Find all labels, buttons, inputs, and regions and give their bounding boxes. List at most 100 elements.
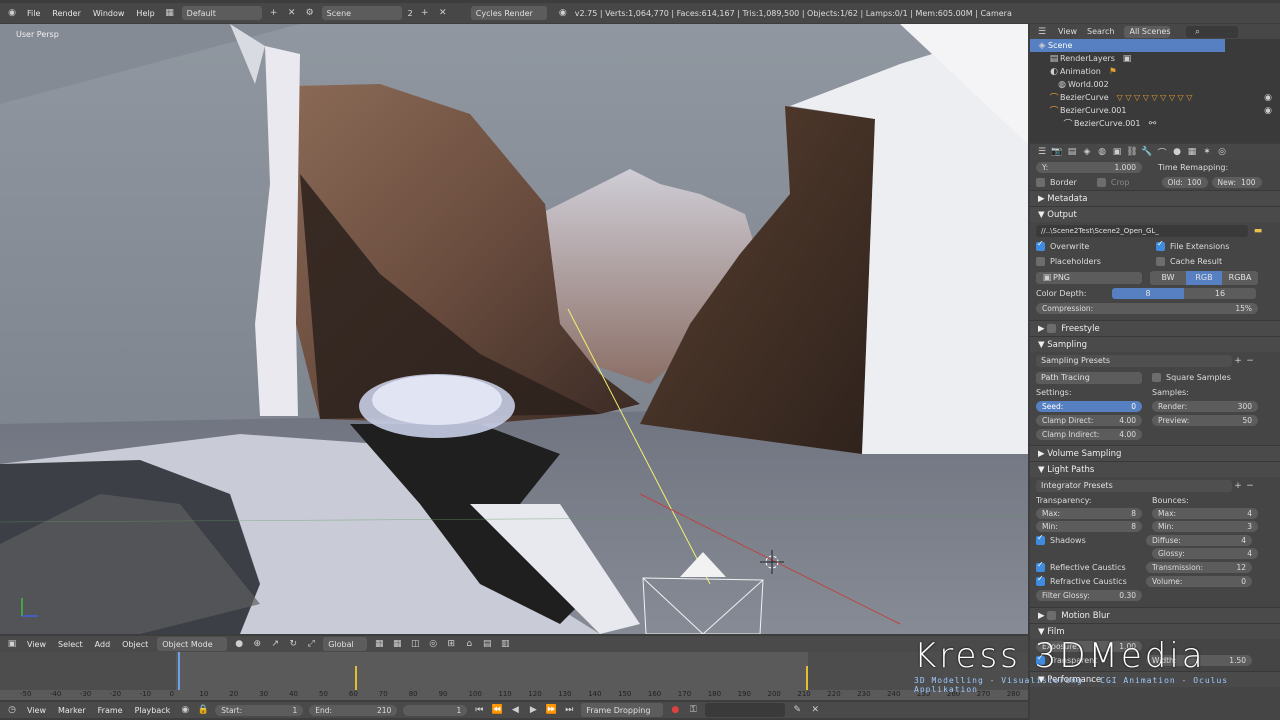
properties-editor-icon[interactable]: ☰: [1036, 146, 1048, 158]
output-panel-header[interactable]: ▼ Output: [1030, 206, 1280, 222]
preview-range-icon[interactable]: ◉: [179, 704, 191, 716]
sampling-presets-selector[interactable]: Sampling Presets: [1036, 354, 1232, 367]
menu-marker[interactable]: Marker: [55, 706, 89, 715]
pivot-icon[interactable]: ⊕: [251, 638, 263, 650]
overwrite-checkbox[interactable]: [1036, 239, 1045, 251]
opengl-render-icon[interactable]: ▤: [481, 638, 493, 650]
menu-playback[interactable]: Playback: [132, 706, 174, 715]
reflective-caustics-checkbox[interactable]: [1036, 560, 1045, 572]
mode-selector[interactable]: Object Mode: [157, 637, 228, 651]
menu-view[interactable]: View: [24, 706, 49, 715]
square-samples-checkbox[interactable]: [1152, 373, 1161, 382]
color-rgba-button[interactable]: RGBA: [1222, 270, 1258, 285]
outliner-view-menu[interactable]: View: [1058, 27, 1077, 36]
cache-result-checkbox[interactable]: [1156, 257, 1165, 266]
add-layout-icon[interactable]: +: [268, 7, 280, 19]
depth-8-button[interactable]: 8: [1112, 288, 1184, 299]
filter-width-field[interactable]: Width: 1.50: [1146, 654, 1252, 666]
menu-add[interactable]: Add: [92, 640, 114, 649]
world-tab-icon[interactable]: ◍: [1096, 146, 1108, 158]
volume-sampling-panel-header[interactable]: ▶ Volume Sampling: [1030, 445, 1280, 461]
outliner-editor-icon[interactable]: ☰: [1036, 26, 1048, 38]
border-checkbox[interactable]: [1036, 178, 1045, 187]
menu-window[interactable]: Window: [90, 9, 128, 18]
layout-selector[interactable]: Default: [181, 6, 262, 20]
outliner-item-beziercurve-001-data[interactable]: ⌒ BezierCurve.001 ⚯: [1030, 117, 1280, 131]
bounces-min-field[interactable]: Min: 3: [1152, 521, 1258, 532]
metadata-panel-header[interactable]: ▶ Metadata: [1030, 190, 1280, 206]
snap-target-icon[interactable]: ⌂: [463, 638, 475, 650]
file-extensions-checkbox[interactable]: [1156, 239, 1165, 251]
layers-icon[interactable]: ▦: [373, 638, 385, 650]
scene-selector[interactable]: Scene: [321, 6, 402, 20]
blender-logo-icon[interactable]: ◉: [6, 7, 18, 19]
visibility-eye-icon[interactable]: ◉: [1262, 105, 1274, 117]
jump-start-icon[interactable]: ⏮: [473, 704, 485, 716]
output-path-input[interactable]: //..\Scene2Test\Scene2_Open_GL_: [1036, 224, 1248, 237]
menu-select[interactable]: Select: [55, 640, 86, 649]
remove-preset-icon[interactable]: −: [1244, 355, 1256, 367]
keyframe-marker[interactable]: [355, 666, 357, 690]
outliner-item-beziercurve[interactable]: ⌒ BezierCurve ▽ ▽ ▽ ▽ ▽ ▽ ▽ ▽ ▽ ◉: [1030, 91, 1280, 105]
current-frame-field[interactable]: 1: [403, 704, 468, 716]
constraints-tab-icon[interactable]: ⛓: [1126, 146, 1138, 158]
motion-blur-panel-header[interactable]: ▶ Motion Blur: [1030, 607, 1280, 623]
data-tab-icon[interactable]: ⌒: [1156, 146, 1168, 159]
shadows-checkbox[interactable]: [1036, 533, 1045, 545]
shading-icon[interactable]: ●: [233, 638, 245, 650]
old-frame-field[interactable]: Old: 100: [1161, 177, 1208, 188]
performance-panel-header[interactable]: ▼ Performance: [1030, 671, 1280, 687]
lock-layer-icon[interactable]: ◫: [409, 638, 421, 650]
lock-icon[interactable]: 🔒: [197, 704, 209, 716]
file-format-selector[interactable]: ▣ PNG: [1036, 271, 1142, 284]
modifiers-tab-icon[interactable]: 🔧: [1141, 146, 1153, 158]
prev-key-icon[interactable]: ⏪: [491, 704, 503, 716]
outliner-item-beziercurve-001[interactable]: ⌒ BezierCurve.001 ◉: [1030, 104, 1280, 118]
new-frame-field[interactable]: New: 100: [1211, 177, 1262, 188]
integrator-presets-selector[interactable]: Integrator Presets: [1036, 479, 1232, 492]
crop-checkbox[interactable]: [1096, 178, 1106, 187]
outliner[interactable]: ☰ View Search All Scenes ⌕ ◈ Scene ▤ Rende…: [1030, 24, 1280, 142]
timeline-area[interactable]: -50 -40 -30 -20 -10 0 10 20 30 40 50 60 70 80 90 100 110…: [0, 652, 1028, 700]
keying-set-icon[interactable]: ⚿: [687, 704, 699, 716]
insert-key-icon[interactable]: ✎: [791, 704, 803, 716]
physics-tab-icon[interactable]: ◎: [1216, 146, 1228, 158]
scale-icon[interactable]: ⤢: [305, 638, 317, 650]
object-tab-icon[interactable]: ▣: [1111, 146, 1123, 158]
current-frame-line[interactable]: [178, 652, 180, 690]
particles-tab-icon[interactable]: ✶: [1201, 146, 1213, 158]
volume-bounces-field[interactable]: Volume: 0: [1146, 575, 1252, 587]
layers-more-icon[interactable]: ▦: [391, 638, 403, 650]
screen-layout-icon[interactable]: ▦: [164, 7, 176, 19]
glossy-bounces-field[interactable]: Glossy: 4: [1152, 548, 1258, 559]
menu-frame[interactable]: Frame: [95, 706, 126, 715]
preview-samples-field[interactable]: Preview: 50: [1152, 414, 1258, 426]
start-frame-field[interactable]: Start: 1: [215, 704, 304, 716]
opengl-anim-icon[interactable]: ▥: [499, 638, 511, 650]
aspect-y-field[interactable]: Y: 1.000: [1036, 162, 1142, 173]
end-frame-field[interactable]: End: 210: [309, 704, 398, 716]
depth-16-button[interactable]: 16: [1184, 288, 1256, 299]
visibility-eye-icon[interactable]: ◉: [1262, 92, 1274, 104]
color-bw-button[interactable]: BW: [1150, 270, 1186, 285]
editor-type-icon[interactable]: ◷: [6, 704, 18, 716]
keyframe-marker[interactable]: [806, 666, 808, 690]
folder-icon[interactable]: ▬: [1252, 225, 1264, 237]
jump-end-icon[interactable]: ⏭: [563, 704, 575, 716]
bounces-max-field[interactable]: Max: 4: [1152, 508, 1258, 519]
add-preset-icon[interactable]: +: [1232, 355, 1244, 367]
record-icon[interactable]: ●: [669, 704, 681, 716]
rotate-icon[interactable]: ↻: [287, 638, 299, 650]
outliner-search-input[interactable]: ⌕: [1186, 25, 1239, 38]
transparency-max-field[interactable]: Max: 8: [1036, 508, 1142, 519]
transparent-checkbox[interactable]: [1036, 653, 1045, 665]
sync-mode-selector[interactable]: Frame Dropping: [581, 703, 664, 717]
freestyle-panel-header[interactable]: ▶ Freestyle: [1030, 320, 1280, 336]
delete-key-icon[interactable]: ✕: [809, 704, 821, 716]
exposure-field[interactable]: Exposure: 1.00: [1036, 640, 1142, 652]
transparency-min-field[interactable]: Min: 8: [1036, 521, 1142, 532]
menu-object[interactable]: Object: [119, 640, 151, 649]
properties-editor[interactable]: ☰ 📷 ▤ ◈ ◍ ▣ ⛓ 🔧 ⌒ ● ▦ ✶ ◎ Y: 1.000 Time R…: [1030, 144, 1280, 720]
add-scene-icon[interactable]: +: [419, 7, 431, 19]
render-tab-icon[interactable]: 📷: [1051, 146, 1063, 158]
